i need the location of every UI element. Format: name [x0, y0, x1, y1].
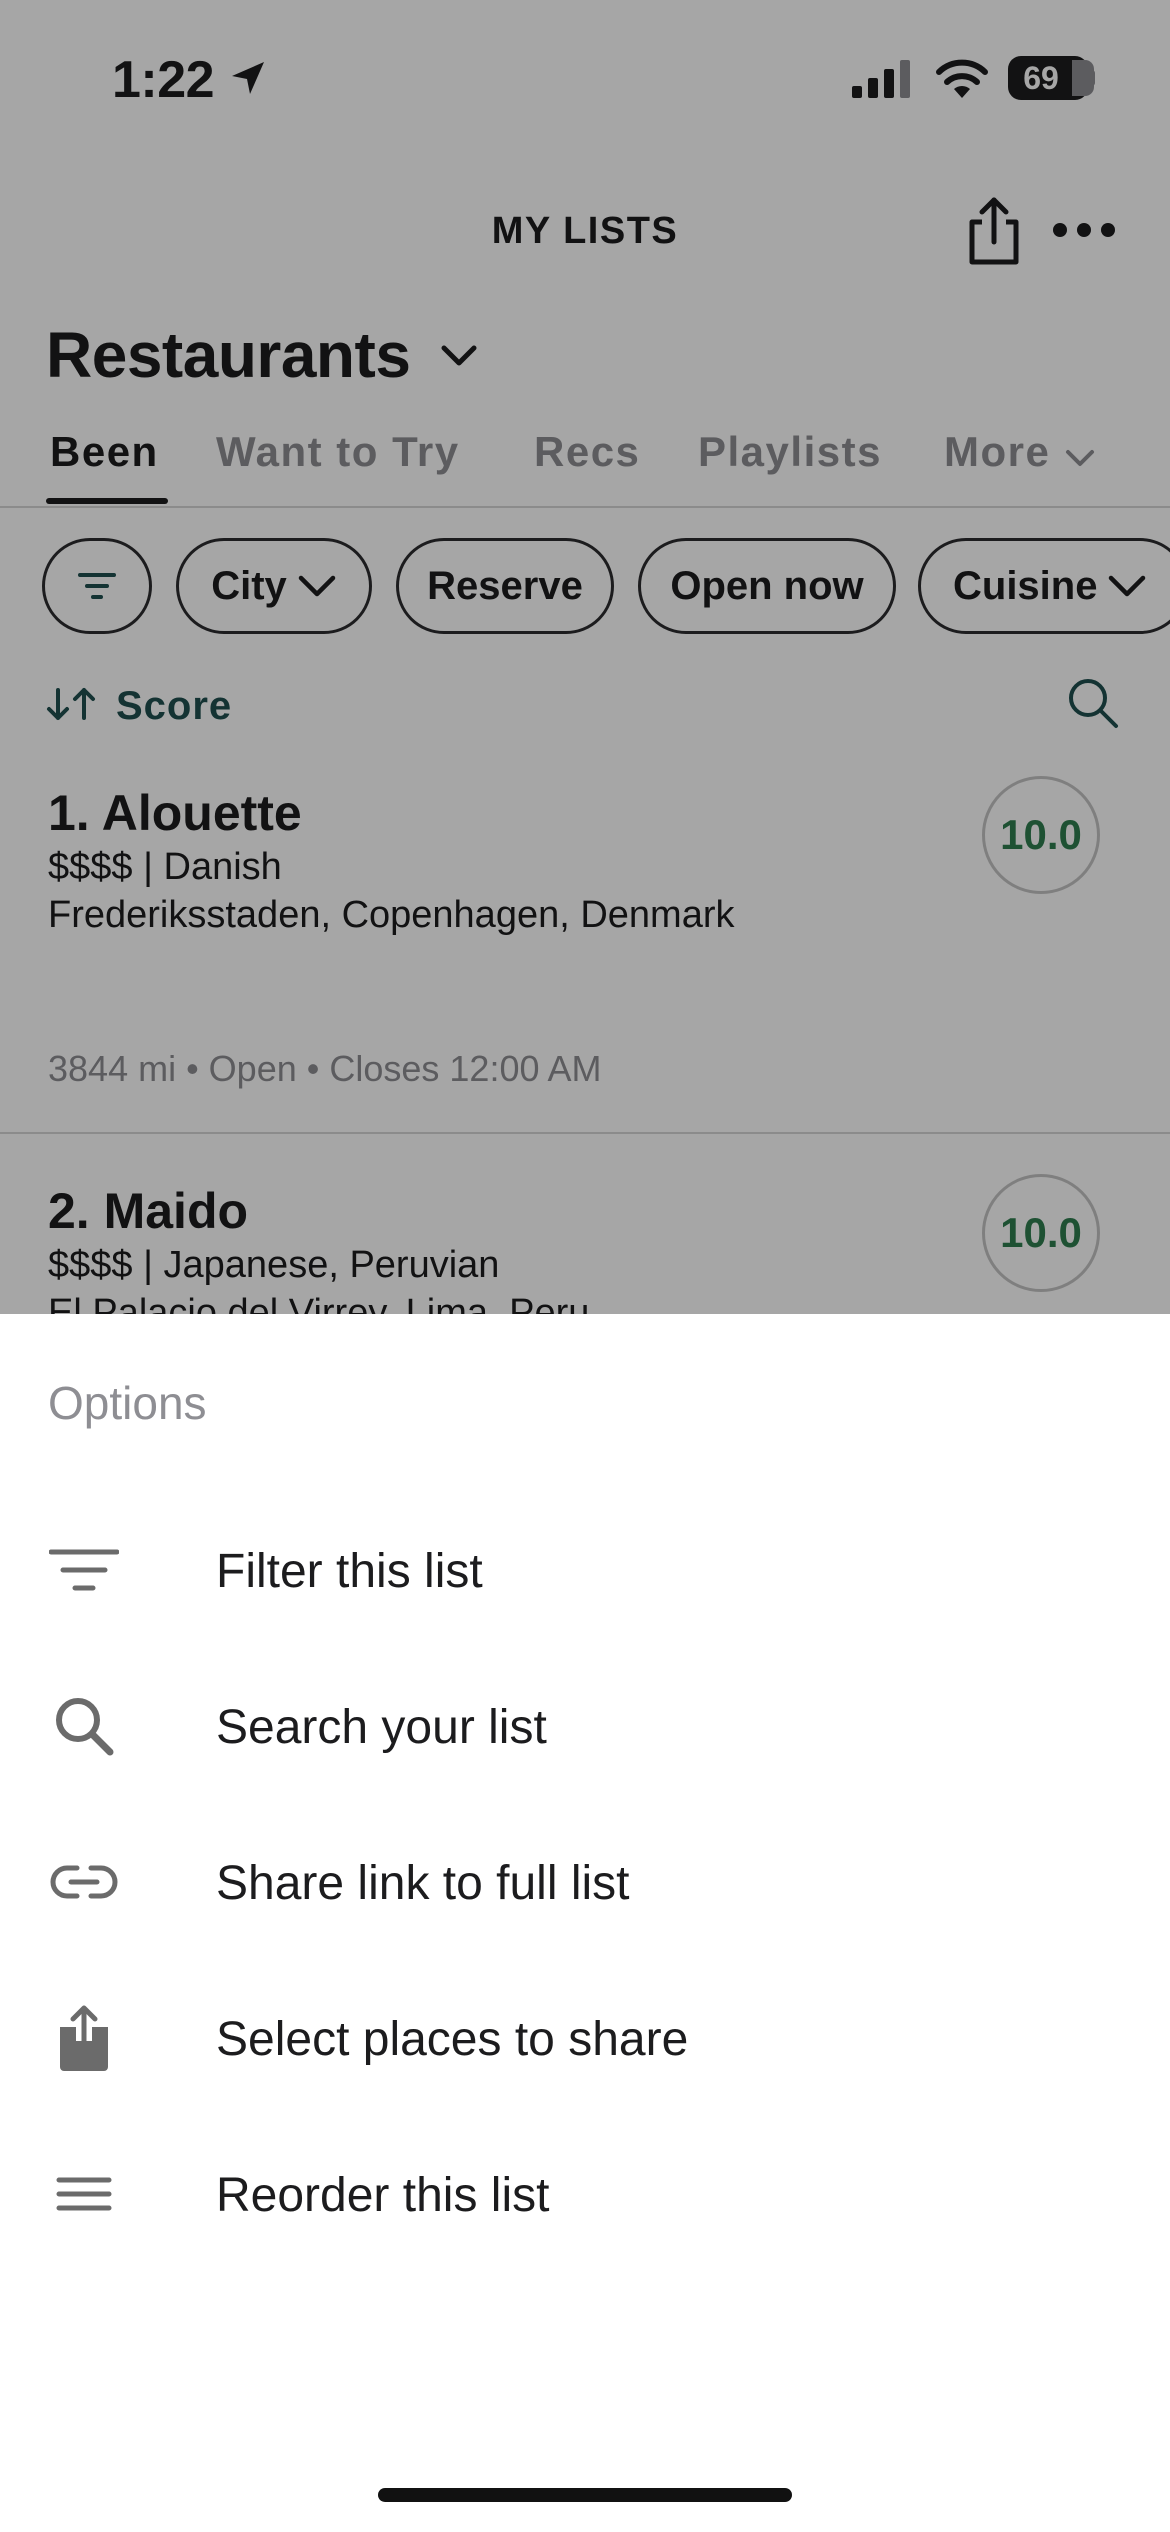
options-sheet: Options Filter this list Search your lis… [0, 1314, 1170, 2532]
search-icon [48, 1690, 120, 1762]
link-icon [48, 1846, 120, 1918]
home-indicator[interactable] [378, 2488, 792, 2502]
modal-overlay[interactable] [0, 0, 1170, 1314]
option-label: Reorder this list [216, 2169, 550, 2222]
option-label: Filter this list [216, 1545, 483, 1598]
filter-list-option[interactable]: Filter this list [0, 1496, 1170, 1652]
sheet-title: Options [48, 1377, 207, 1429]
search-list-option[interactable]: Search your list [0, 1652, 1170, 1808]
select-places-option[interactable]: Select places to share [0, 1964, 1170, 2120]
option-label: Search your list [216, 1701, 547, 1754]
option-label: Select places to share [216, 2013, 689, 2066]
filter-icon [48, 1534, 120, 1606]
option-label: Share link to full list [216, 1857, 630, 1910]
reorder-icon [48, 2158, 120, 2230]
share-icon [48, 2002, 120, 2074]
share-link-option[interactable]: Share link to full list [0, 1808, 1170, 1964]
reorder-list-option[interactable]: Reorder this list [0, 2120, 1170, 2276]
